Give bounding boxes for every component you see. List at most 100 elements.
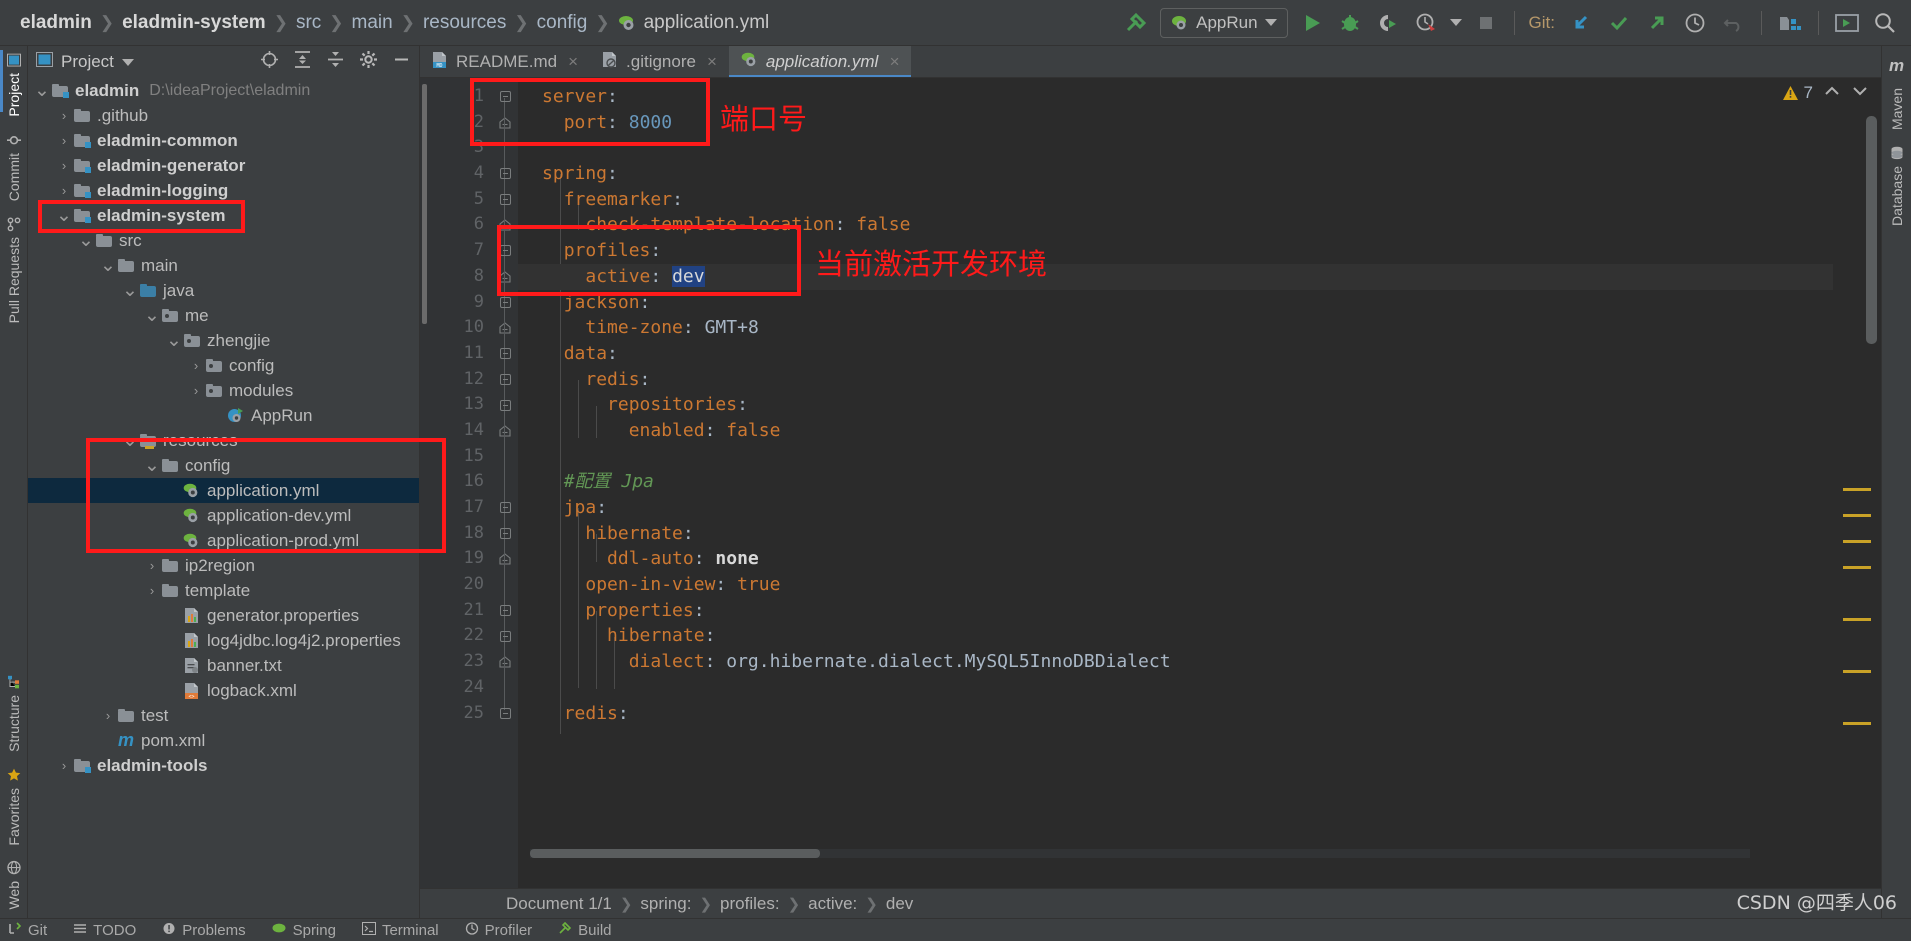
tree-node--github[interactable]: › .github: [28, 103, 419, 128]
editor-vertical-scrollbar-thumb[interactable]: [1866, 116, 1877, 344]
tree-node-eladmin-system[interactable]: ⌄ eladmin-system: [28, 203, 419, 228]
code-fold-marker[interactable]: [492, 521, 518, 547]
tree-node-me[interactable]: ⌄ me: [28, 303, 419, 328]
code-fold-marker[interactable]: [492, 341, 518, 367]
error-stripe-mark[interactable]: [1843, 670, 1871, 673]
chevron-down-icon[interactable]: ⌄: [166, 331, 182, 350]
tree-node-eladmin-logging[interactable]: › eladmin-logging: [28, 178, 419, 203]
code-line[interactable]: data:: [518, 341, 1833, 367]
status-bar-todo[interactable]: TODO: [73, 922, 136, 939]
code-line[interactable]: active: dev: [518, 263, 1833, 290]
tree-node-config[interactable]: › config: [28, 353, 419, 378]
chevron-down-icon[interactable]: ⌄: [56, 206, 72, 225]
code-line[interactable]: freemarker:: [518, 187, 1833, 213]
status-breadcrumb-item[interactable]: dev: [878, 894, 921, 914]
chevron-right-icon[interactable]: ›: [56, 758, 72, 773]
chevron-right-icon[interactable]: ›: [144, 558, 160, 573]
code-fold-marker[interactable]: [492, 187, 518, 213]
code-fold-marker[interactable]: [492, 110, 518, 136]
tree-node-apprun[interactable]: AppRun: [28, 403, 419, 428]
breadcrumb-item[interactable]: src: [290, 12, 327, 34]
code-line[interactable]: server:: [518, 84, 1833, 110]
code-line[interactable]: time-zone: GMT+8: [518, 315, 1833, 341]
stop-icon[interactable]: [1472, 9, 1500, 37]
code-line[interactable]: redis:: [518, 701, 1833, 727]
close-tab-icon[interactable]: ×: [889, 52, 899, 72]
breadcrumb-item[interactable]: eladmin: [14, 12, 98, 34]
editor-horizontal-scrollbar[interactable]: [530, 849, 1750, 858]
code-content[interactable]: server: port: 8000 spring: freemarker: c…: [518, 78, 1833, 888]
code-line[interactable]: redis:: [518, 367, 1833, 393]
code-line[interactable]: hibernate:: [518, 521, 1833, 547]
error-stripe-mark[interactable]: [1843, 488, 1871, 491]
collapse-all-icon[interactable]: [326, 50, 345, 74]
breadcrumb-item[interactable]: config: [531, 12, 594, 34]
hide-panel-icon[interactable]: [392, 50, 411, 74]
error-stripe-mark[interactable]: [1843, 566, 1871, 569]
error-stripe-mark[interactable]: [1843, 618, 1871, 621]
tree-node-application-yml[interactable]: application.yml: [28, 478, 419, 503]
chevron-right-icon[interactable]: ›: [144, 583, 160, 598]
chevron-right-icon[interactable]: ›: [56, 133, 72, 148]
close-tab-icon[interactable]: ×: [707, 52, 717, 72]
chevron-down-icon[interactable]: ⌄: [78, 231, 94, 250]
tree-node-application-dev-yml[interactable]: application-dev.yml: [28, 503, 419, 528]
git-push-icon[interactable]: [1643, 9, 1671, 37]
left-tool-tab-project[interactable]: Project: [6, 46, 22, 125]
code-fold-marker[interactable]: [492, 367, 518, 393]
expand-all-icon[interactable]: [293, 50, 312, 74]
left-tool-tab-structure[interactable]: Structure: [6, 667, 22, 760]
code-fold-marker[interactable]: [492, 495, 518, 521]
code-line[interactable]: profiles:: [518, 238, 1833, 264]
chevron-right-icon[interactable]: ›: [56, 108, 72, 123]
code-fold-marker[interactable]: [492, 598, 518, 624]
chevron-right-icon[interactable]: ›: [56, 158, 72, 173]
code-line[interactable]: jpa:: [518, 495, 1833, 521]
code-fold-marker[interactable]: [492, 238, 518, 264]
tree-node-eladmin-common[interactable]: › eladmin-common: [28, 128, 419, 153]
debug-icon[interactable]: [1336, 9, 1364, 37]
error-stripe-mark[interactable]: [1843, 722, 1871, 725]
error-stripe-mark[interactable]: [1843, 514, 1871, 517]
chevron-down-icon[interactable]: ⌄: [122, 431, 138, 450]
tree-node-eladmin-generator[interactable]: › eladmin-generator: [28, 153, 419, 178]
tree-node-config[interactable]: ⌄ config: [28, 453, 419, 478]
chevron-down-icon[interactable]: ⌄: [100, 256, 116, 275]
code-fold-marker[interactable]: [492, 212, 518, 238]
settings-gear-icon[interactable]: [359, 50, 378, 74]
code-line[interactable]: hibernate:: [518, 623, 1833, 649]
previous-highlight-icon[interactable]: [1823, 83, 1841, 104]
code-fold-marker[interactable]: [492, 161, 518, 187]
tree-node-banner-txt[interactable]: banner.txt: [28, 653, 419, 678]
tree-node-src[interactable]: ⌄ src: [28, 228, 419, 253]
tree-node-logback-xml[interactable]: <> logback.xml: [28, 678, 419, 703]
code-line[interactable]: enabled: false: [518, 418, 1833, 444]
chevron-down-icon[interactable]: ⌄: [34, 81, 50, 100]
run-icon[interactable]: [1298, 9, 1326, 37]
status-breadcrumb-item[interactable]: spring:: [632, 894, 699, 914]
left-tool-tab-web[interactable]: Web: [6, 853, 22, 918]
status-bar-terminal[interactable]: Terminal: [361, 921, 439, 939]
code-fold-marker[interactable]: [492, 315, 518, 341]
code-line[interactable]: properties:: [518, 598, 1833, 624]
inspection-widget[interactable]: 7: [1782, 78, 1881, 108]
code-line[interactable]: [518, 135, 1833, 161]
code-line[interactable]: #配置 Jpa: [518, 469, 1833, 495]
editor-tab--gitignore[interactable]: .gitignore ×: [590, 46, 729, 77]
project-tree[interactable]: ⌄ eladmin D:\ideaProject\eladmin › .github › e…: [28, 78, 419, 918]
chevron-down-icon[interactable]: ⌄: [122, 281, 138, 300]
chevron-right-icon[interactable]: ›: [188, 383, 204, 398]
tree-node-eladmin[interactable]: ⌄ eladmin D:\ideaProject\eladmin: [28, 78, 419, 103]
code-fold-marker[interactable]: [492, 264, 518, 290]
git-rollback-icon[interactable]: [1719, 9, 1747, 37]
chevron-right-icon[interactable]: ›: [56, 183, 72, 198]
close-tab-icon[interactable]: ×: [568, 52, 578, 72]
code-folding-column[interactable]: [492, 78, 518, 888]
status-bar-spring[interactable]: Spring: [272, 922, 336, 939]
tree-node-ip2region[interactable]: › ip2region: [28, 553, 419, 578]
error-stripe-markers[interactable]: 7: [1782, 78, 1881, 888]
status-bar-build[interactable]: Build: [558, 921, 612, 939]
next-highlight-icon[interactable]: [1851, 83, 1869, 104]
tree-node-generator-properties[interactable]: generator.properties: [28, 603, 419, 628]
tree-node-pom-xml[interactable]: m pom.xml: [28, 728, 419, 753]
